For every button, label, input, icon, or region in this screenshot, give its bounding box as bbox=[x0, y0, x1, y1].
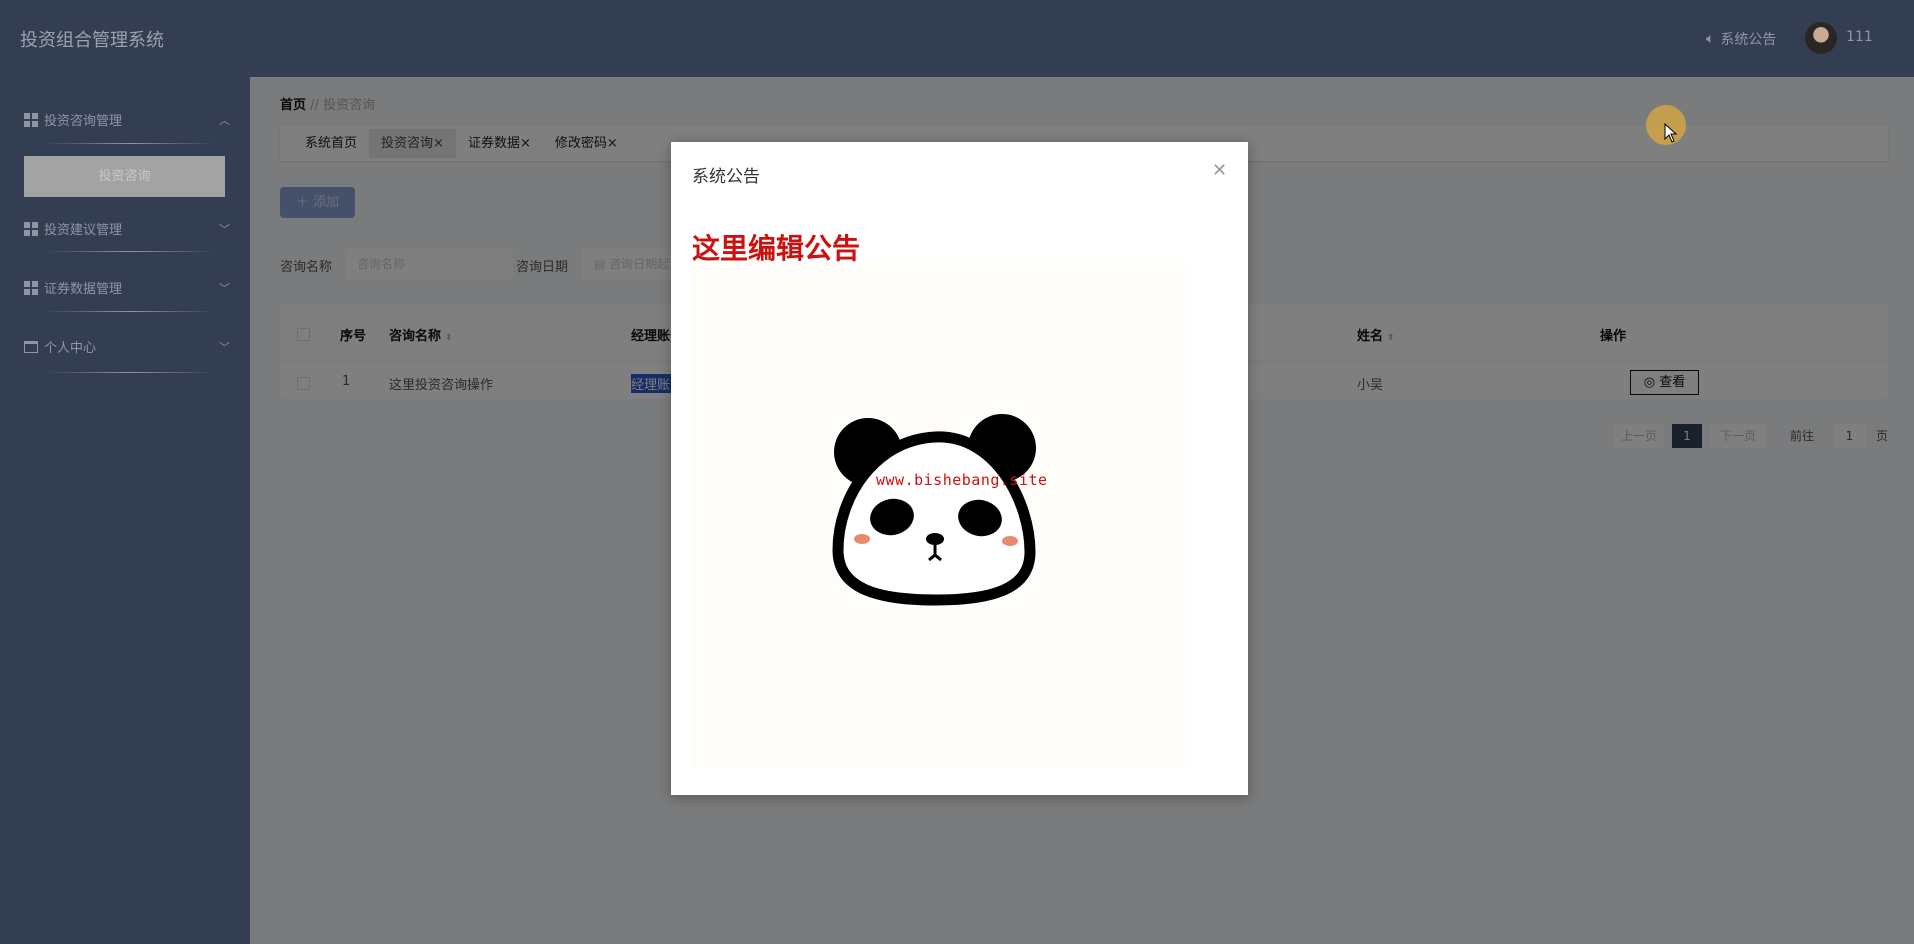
divider bbox=[45, 372, 215, 373]
chevron-up-icon: ︿ bbox=[219, 113, 230, 127]
sidebar: 投资咨询管理 ︿ 投资咨询 投资建议管理 ﹀ 证券数据管理 ﹀ 个人中心 ﹀ bbox=[0, 77, 250, 944]
chevron-down-icon: ﹀ bbox=[219, 281, 230, 295]
sidebar-item-advice-mgmt[interactable]: 投资建议管理 ﹀ bbox=[24, 219, 230, 238]
app-title: 投资组合管理系统 bbox=[20, 30, 164, 51]
sidebar-item-label: 个人中心 bbox=[44, 341, 97, 356]
watermark-text: www.bishebang.site bbox=[876, 471, 1048, 489]
chevron-down-icon: ﹀ bbox=[219, 340, 230, 354]
divider bbox=[45, 143, 215, 144]
avatar[interactable] bbox=[1805, 22, 1837, 54]
panda-image bbox=[832, 414, 1036, 606]
sidebar-item-securities-mgmt[interactable]: 证券数据管理 ﹀ bbox=[24, 278, 230, 297]
divider bbox=[45, 251, 215, 252]
card-icon bbox=[24, 340, 38, 353]
grid-icon bbox=[24, 112, 38, 127]
modal-title: 系统公告 bbox=[692, 167, 760, 187]
notice-label: 系统公告 bbox=[1720, 32, 1777, 48]
sidebar-item-consult-mgmt[interactable]: 投资咨询管理 ︿ bbox=[24, 110, 230, 129]
sidebar-item-label: 投资咨询管理 bbox=[44, 114, 123, 129]
notice-image: www.bishebang.site bbox=[692, 262, 1190, 769]
notice-heading: 这里编辑公告 bbox=[692, 232, 861, 265]
speaker-icon: 🔈︎ bbox=[1706, 31, 1715, 47]
sidebar-item-label: 证券数据管理 bbox=[44, 282, 123, 297]
top-header: 投资组合管理系统 🔈︎ 系统公告 111 bbox=[0, 0, 1914, 77]
chevron-down-icon: ﹀ bbox=[219, 222, 230, 236]
sidebar-subitem-consult[interactable]: 投资咨询 bbox=[24, 156, 225, 197]
sidebar-item-personal[interactable]: 个人中心 ﹀ bbox=[24, 337, 230, 356]
grid-icon bbox=[24, 280, 38, 295]
close-icon[interactable]: ✕ bbox=[1212, 160, 1227, 181]
grid-icon bbox=[24, 221, 38, 236]
notice-modal: 系统公告 ✕ 这里编辑公告 www.bishebang.site bbox=[671, 142, 1248, 795]
system-notice-button[interactable]: 🔈︎ 系统公告 bbox=[1706, 29, 1776, 49]
mouse-cursor-icon bbox=[1664, 123, 1678, 143]
username[interactable]: 111 bbox=[1846, 29, 1873, 45]
sidebar-item-label: 投资建议管理 bbox=[44, 223, 123, 238]
divider bbox=[45, 311, 215, 312]
